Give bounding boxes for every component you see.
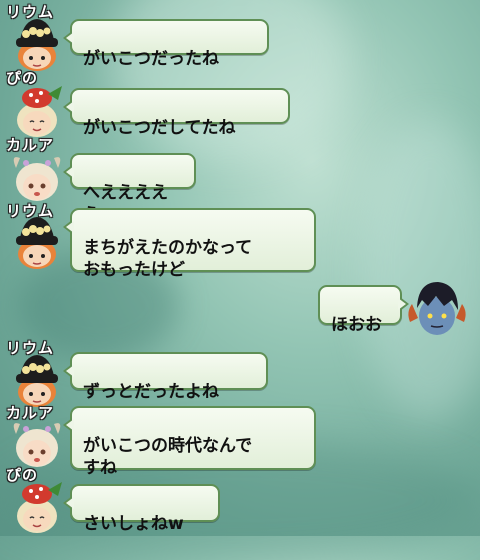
- speaker-name: ぴの: [6, 69, 39, 87]
- message-bubble: へえええええ: [63, 153, 196, 225]
- rium-avatar: [16, 217, 58, 269]
- speaker-name: ぴの: [6, 466, 39, 484]
- message-bubble: まちがえたのかなって おもったけど: [63, 208, 316, 280]
- message-bubble: がいこつだったね: [63, 19, 269, 69]
- rium-avatar: [16, 19, 58, 71]
- message-text: さいしょねw: [83, 514, 184, 534]
- message-text: ほおお: [331, 315, 382, 335]
- speaker-name: リウム: [6, 339, 55, 357]
- message-text: がいこつだったね: [83, 49, 219, 69]
- message-text: ずっとだったよね: [83, 382, 219, 402]
- message-text: がいこつの時代なんで すね: [83, 436, 253, 478]
- speaker-name: カルア: [6, 136, 55, 154]
- speaker-name: リウム: [6, 202, 55, 220]
- pino-avatar: [17, 482, 62, 533]
- message-text: まちがえたのかなって おもったけど: [83, 238, 253, 280]
- message-bubble: ずっとだったよね: [63, 352, 268, 402]
- message-text: がいこつだしてたね: [83, 118, 236, 138]
- message-bubble: ほおお: [318, 285, 409, 335]
- background-glow: [360, 120, 480, 420]
- message-bubble: がいこつの時代なんで すね: [63, 406, 316, 478]
- speaker-name: カルア: [6, 404, 55, 422]
- message-bubble: さいしょねw: [63, 484, 220, 534]
- speaker-name: リウム: [6, 3, 55, 21]
- message-bubble: がいこつだしてたね: [63, 88, 290, 138]
- karua-avatar: [13, 157, 61, 201]
- self-avatar: [408, 282, 466, 335]
- pino-avatar: [17, 86, 62, 137]
